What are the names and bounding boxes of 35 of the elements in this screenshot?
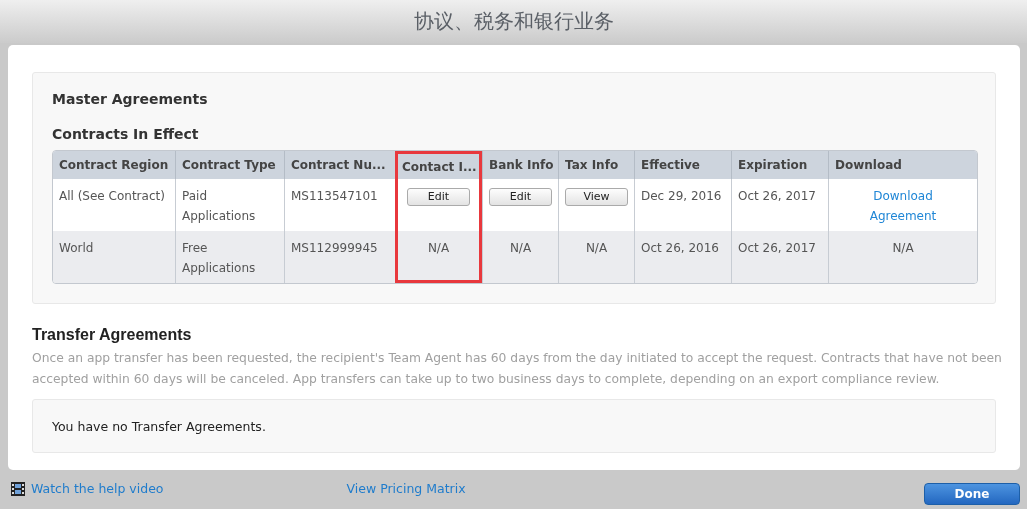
table-cell: World	[59, 241, 94, 255]
window-title: 协议、税务和银行业务	[413, 8, 614, 35]
section-heading: Transfer Agreements	[32, 326, 193, 344]
column-header: Contract Type	[175, 151, 284, 179]
column-header: Contract Nu...	[284, 151, 395, 179]
table-cell: N/A	[585, 241, 608, 255]
table-cell: All (See Contract)	[59, 189, 165, 203]
table-cell: MS112999945	[291, 241, 378, 255]
column-header: Download	[828, 151, 977, 179]
section-subheading: Contracts In Effect	[52, 126, 200, 142]
table-button[interactable]: View	[565, 187, 628, 206]
column-header: Contact I...	[395, 151, 482, 179]
table-button[interactable]: Edit	[489, 187, 552, 206]
pricing-link[interactable]: View Pricing Matrix	[346, 481, 466, 496]
section-heading: Master Agreements	[52, 91, 209, 107]
table-cell: Oct 26, 2016	[641, 241, 719, 255]
table-cell: Oct 26, 2017	[738, 189, 816, 203]
empty-message: You have no Transfer Agreements.	[52, 418, 266, 434]
column-header: Bank Info	[482, 151, 558, 179]
column-header: Contract Region	[53, 151, 175, 179]
table-cell: Dec 29, 2016	[641, 189, 722, 203]
table-cell: Oct 26, 2017	[738, 241, 816, 255]
table-cell: N/A	[892, 241, 914, 255]
table-cell: N/A	[427, 241, 450, 255]
table-button[interactable]: Edit	[407, 187, 470, 206]
column-header: Expiration	[731, 151, 828, 179]
done-button[interactable]: Done	[924, 482, 1020, 505]
description-text: Once an app transfer has been requested, the recipient's Team Agent has 60 days from the day initiated to accept the request. Contracts that have not been accepted within 60 days will be canceled. App transfers can take up to two business days to complete, depending on an export compliance review.	[32, 350, 1002, 388]
film-icon	[11, 481, 25, 496]
table-cell: MS113547101	[291, 189, 378, 203]
table-cell: Free Applications	[182, 241, 256, 275]
table-cell: Paid Applications	[182, 189, 256, 223]
column-header: Tax Info	[558, 151, 634, 179]
column-header: Effective	[634, 151, 731, 179]
table-cell: N/A	[509, 241, 532, 255]
